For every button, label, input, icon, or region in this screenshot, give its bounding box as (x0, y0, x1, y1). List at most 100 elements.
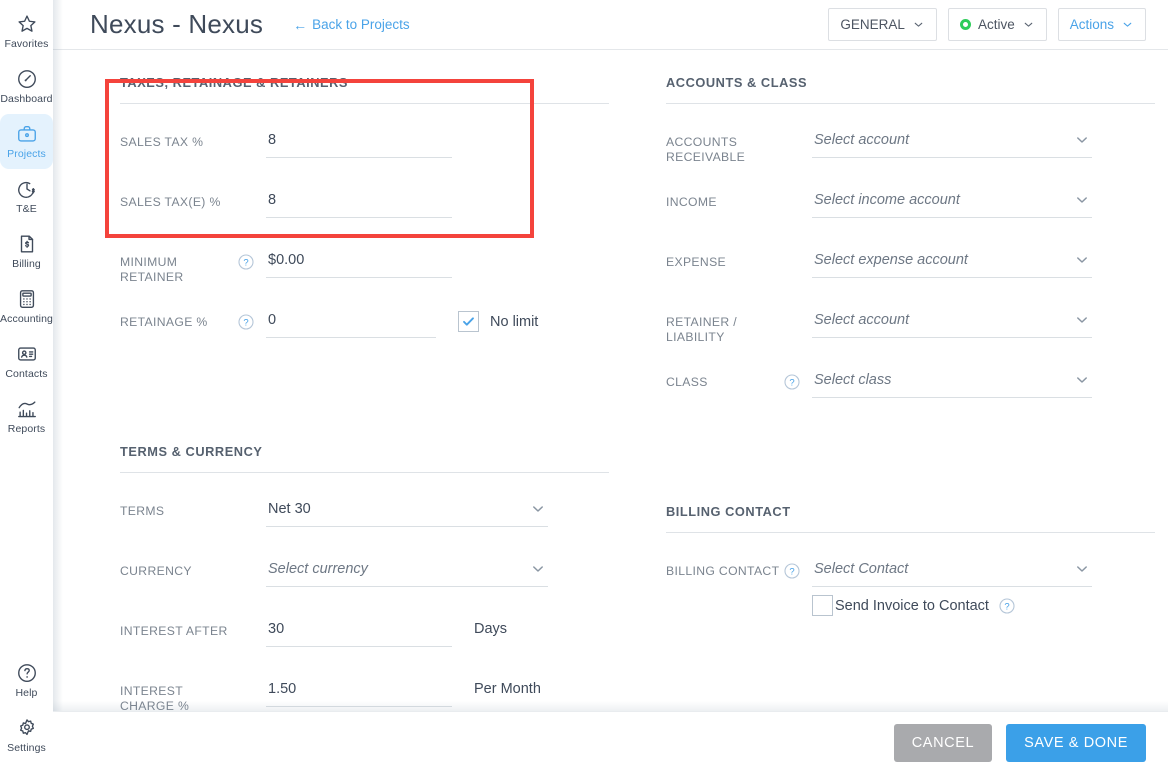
chevron-down-icon (912, 18, 925, 31)
status-dropdown-button[interactable]: Active (947, 8, 1047, 41)
sales-tax-e-field[interactable]: 8 (266, 190, 452, 218)
save-and-done-button[interactable]: SAVE & DONE (1006, 723, 1146, 762)
sidebar-item-dashboard[interactable]: Dashboard (0, 59, 53, 114)
svg-text:?: ? (243, 317, 248, 328)
retainer-liability-select[interactable]: Select account (812, 310, 1092, 338)
minimum-retainer-field[interactable]: $0.00 (266, 250, 452, 278)
help-question-icon[interactable]: ? (784, 563, 800, 579)
sidebar-item-accounting[interactable]: Accounting (0, 279, 53, 334)
sidebar-item-favorites[interactable]: Favorites (0, 4, 53, 59)
section-title: BILLING CONTACT (666, 504, 791, 519)
calculator-icon (16, 288, 38, 310)
star-icon (16, 13, 38, 35)
send-invoice-checkbox[interactable] (812, 595, 833, 616)
sales-tax-input[interactable]: 8 (266, 130, 452, 158)
interest-after-input[interactable]: 30 (266, 619, 452, 647)
class-select[interactable]: Select class (812, 370, 1092, 398)
main-area: Nexus - Nexus ← Back to Projects GENERAL… (53, 0, 1168, 773)
status-dropdown-label: Active (977, 17, 1015, 32)
section-taxes-retainage-retainers: TAXES, RETAINAGE & RETAINERS SALES TAX %… (120, 75, 609, 360)
retainer-liability-value[interactable]: Select account (812, 310, 1092, 338)
settings-columns: TAXES, RETAINAGE & RETAINERS SALES TAX %… (53, 50, 1168, 739)
field-label: CLASS (666, 375, 708, 389)
field-label: INCOME (666, 195, 717, 209)
field-label: INTEREST CHARGE % (120, 684, 190, 713)
section-body: ACCOUNTS RECEIVABLE Select account INCOM… (666, 104, 1155, 420)
left-sidebar: Favorites Dashboard Projects T&E Billing… (0, 0, 53, 773)
field-row-retainage: RETAINAGE % ? 0 No limit (120, 310, 609, 360)
sidebar-item-label: Billing (12, 258, 41, 270)
income-select[interactable]: Select income account (812, 190, 1092, 218)
billing-contact-value[interactable]: Select Contact (812, 559, 1092, 587)
section-title: ACCOUNTS & CLASS (666, 75, 808, 90)
no-limit-checkbox-label: No limit (490, 313, 539, 330)
sidebar-item-label: Settings (7, 742, 46, 754)
help-question-icon[interactable]: ? (238, 254, 254, 270)
sidebar-item-label: T&E (16, 203, 37, 215)
field-row-sales-tax: SALES TAX % 8 (120, 130, 609, 180)
content-wrapper: TAXES, RETAINAGE & RETAINERS SALES TAX %… (53, 49, 1168, 773)
field-row-class: CLASS ? Select class (666, 370, 1155, 420)
sidebar-item-label: Favorites (4, 38, 49, 50)
help-question-icon[interactable]: ? (784, 374, 800, 390)
send-invoice-checkbox-group[interactable]: Send Invoice to Contact ? (812, 595, 1092, 616)
sales-tax-e-input[interactable]: 8 (266, 190, 452, 218)
billing-contact-group: Select Contact Send Invoice to Contact ? (812, 559, 1092, 616)
class-value[interactable]: Select class (812, 370, 1092, 398)
sidebar-item-label: Contacts (5, 368, 48, 380)
help-question-icon[interactable]: ? (238, 314, 254, 330)
cancel-button[interactable]: CANCEL (893, 723, 993, 762)
chevron-down-icon (1121, 18, 1134, 31)
interest-after-field[interactable]: 30 (266, 619, 452, 647)
no-limit-checkbox-group[interactable]: No limit (458, 310, 538, 332)
sales-tax-field[interactable]: 8 (266, 130, 452, 158)
actions-dropdown-button[interactable]: Actions (1057, 8, 1146, 41)
field-label: TERMS (120, 504, 165, 518)
field-row-retainer-liability: RETAINER / LIABILITY Select account (666, 310, 1155, 360)
sidebar-item-label: Dashboard (0, 93, 53, 105)
sidebar-item-billing[interactable]: Billing (0, 224, 53, 279)
help-question-icon[interactable]: ? (999, 597, 1015, 614)
sidebar-item-contacts[interactable]: Contacts (0, 334, 53, 389)
sidebar-item-projects[interactable]: Projects (0, 114, 53, 169)
field-label: SALES TAX % (120, 135, 204, 149)
field-row-expense: EXPENSE Select expense account (666, 250, 1155, 300)
field-row-income: INCOME Select income account (666, 190, 1155, 240)
sidebar-item-reports[interactable]: Reports (0, 389, 53, 444)
interest-charge-field[interactable]: 1.50 (266, 679, 452, 707)
contact-card-icon (16, 343, 38, 365)
field-row-billing-contact: BILLING CONTACT ? Select Contact Send In… (666, 559, 1155, 616)
minimum-retainer-input[interactable]: $0.00 (266, 250, 452, 278)
sidebar-item-help[interactable]: Help (0, 653, 53, 708)
section-accounts-class: ACCOUNTS & CLASS ACCOUNTS RECEIVABLE Sel… (666, 75, 1155, 420)
billing-contact-select[interactable]: Select Contact (812, 559, 1092, 587)
section-title: TAXES, RETAINAGE & RETAINERS (120, 75, 348, 90)
terms-select-value[interactable]: Net 30 (266, 499, 548, 527)
retainage-field[interactable]: 0 (266, 310, 436, 338)
expense-select[interactable]: Select expense account (812, 250, 1092, 278)
settings-scroll-area[interactable]: TAXES, RETAINAGE & RETAINERS SALES TAX %… (53, 50, 1168, 761)
terms-select[interactable]: Net 30 (266, 499, 548, 527)
sidebar-secondary-nav: Help Settings (0, 653, 53, 773)
header-actions: GENERAL Active Actions (828, 8, 1146, 41)
sidebar-item-label: Help (15, 687, 38, 699)
income-value[interactable]: Select income account (812, 190, 1092, 218)
sidebar-item-settings[interactable]: Settings (0, 708, 53, 763)
currency-select-value[interactable]: Select currency (266, 559, 548, 587)
retainage-input[interactable]: 0 (266, 310, 436, 338)
accounts-receivable-value[interactable]: Select account (812, 130, 1092, 158)
interest-charge-input[interactable]: 1.50 (266, 679, 452, 707)
accounts-receivable-select[interactable]: Select account (812, 130, 1092, 158)
sidebar-item-label: Reports (7, 423, 46, 435)
currency-select[interactable]: Select currency (266, 559, 548, 587)
back-to-projects-link[interactable]: ← Back to Projects (293, 17, 410, 32)
sidebar-primary-nav: Favorites Dashboard Projects T&E Billing… (0, 0, 53, 444)
no-limit-checkbox[interactable] (458, 311, 479, 332)
expense-value[interactable]: Select expense account (812, 250, 1092, 278)
general-dropdown-button[interactable]: GENERAL (828, 8, 937, 41)
svg-text:?: ? (789, 566, 794, 577)
sidebar-item-te[interactable]: T&E (0, 169, 53, 224)
field-row-terms: TERMS Net 30 (120, 499, 609, 549)
